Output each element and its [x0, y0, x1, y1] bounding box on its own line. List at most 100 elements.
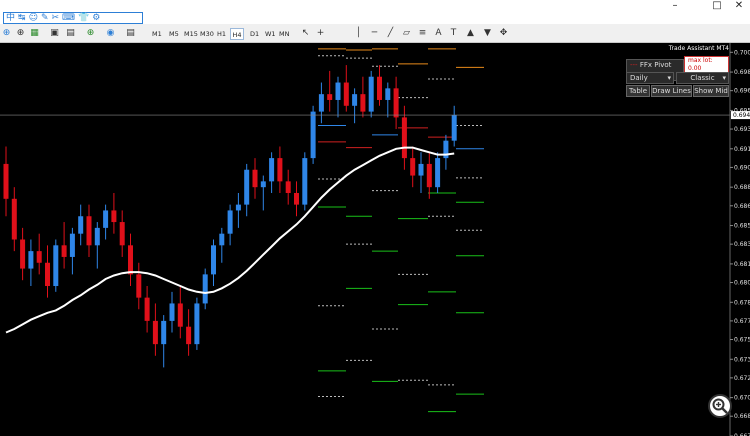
candle-body	[451, 115, 457, 141]
minimize-button[interactable]: –	[664, 0, 686, 12]
price-axis-label: 0.6935	[734, 126, 750, 133]
text-label-icon[interactable]: T	[447, 27, 460, 40]
style-select-value: Classic	[690, 74, 715, 82]
chart-window-icon[interactable]: ▣	[48, 27, 61, 40]
timeframe-mn[interactable]: MN	[279, 28, 293, 40]
price-axis-label: 0.6688	[734, 413, 750, 420]
period-select-value: Daily	[630, 74, 648, 82]
candle-body	[136, 274, 142, 298]
text-tool-icon[interactable]: A	[432, 27, 445, 40]
settings-icon[interactable]: ⚙	[92, 13, 100, 23]
candle-body	[161, 320, 167, 345]
price-axis-label: 0.6770	[734, 318, 750, 325]
templates-icon[interactable]: ▤	[124, 27, 137, 40]
candle-body	[352, 94, 358, 106]
table-button[interactable]: Table	[626, 85, 650, 97]
vertical-line-icon[interactable]: │	[352, 27, 365, 40]
chinese-input-icon[interactable]: 中	[6, 13, 15, 23]
candle-body	[410, 158, 416, 176]
price-axis-label: 0.6754	[734, 336, 750, 343]
candle-body	[277, 158, 283, 182]
candle-body	[86, 216, 92, 246]
fibonacci-icon[interactable]: ≡	[416, 27, 429, 40]
candle-body	[128, 245, 133, 275]
price-axis-label: 0.6968	[734, 88, 750, 95]
candle-body	[45, 262, 50, 287]
timeframe-d1[interactable]: D1	[250, 28, 262, 40]
candle-body	[152, 320, 158, 345]
input-method-icon-group: 中 ↹ ☺ ✎ ✂ ⌨ 👕 ⚙	[3, 12, 143, 24]
punctuation-icon[interactable]: ↹	[18, 13, 26, 23]
price-axis-label: 0.6721	[734, 375, 750, 382]
shirt-icon[interactable]: 👕	[78, 13, 89, 23]
candle-body	[186, 326, 192, 345]
current-price-label: 0.6947	[733, 112, 750, 119]
crosshair-icon[interactable]: +	[314, 27, 327, 40]
chart-canvas: 0.70010.69840.69680.69510.69350.69180.69…	[0, 43, 750, 436]
style-select[interactable]: Classic ▾	[676, 72, 729, 84]
zoom-button[interactable]	[708, 394, 732, 418]
emoji-icon[interactable]: ☺	[29, 13, 38, 23]
price-axis-label: 0.6918	[734, 146, 750, 153]
candle-body	[285, 181, 291, 193]
timeframe-h1[interactable]: H1	[217, 28, 229, 40]
zoom-in-icon[interactable]: ⊕	[14, 27, 27, 40]
timeframe-h4[interactable]: H4	[230, 28, 244, 40]
draw-lines-button[interactable]: Draw Lines	[651, 85, 692, 97]
candle-body	[343, 82, 349, 106]
period-select[interactable]: Daily ▾	[626, 72, 674, 84]
price-chart[interactable]: 0.70010.69840.69680.69510.69350.69180.69…	[0, 43, 750, 436]
candle-body	[94, 227, 100, 246]
timeframe-m5[interactable]: M5	[169, 28, 181, 40]
price-axis-label: 0.6704	[734, 395, 750, 402]
price-axis-label: 0.7001	[734, 49, 750, 56]
timeframe-m1[interactable]: M1	[152, 28, 164, 40]
tile-windows-icon[interactable]: ▦	[28, 27, 41, 40]
keyboard-icon[interactable]: ⌨	[62, 13, 75, 23]
candle-body	[11, 198, 17, 240]
pen-icon[interactable]: ✎	[41, 13, 49, 23]
arrange-icon[interactable]: ⊕	[0, 27, 13, 40]
candle-body	[194, 303, 200, 345]
timeframe-m30[interactable]: M30	[200, 28, 214, 40]
horizontal-line-icon[interactable]: ─	[368, 27, 381, 40]
candle-body	[335, 82, 341, 100]
show-mid-button[interactable]: Show Mid	[693, 85, 729, 97]
price-axis-label: 0.6984	[734, 69, 750, 76]
shapes-icon[interactable]: ✥	[497, 27, 510, 40]
price-axis-label: 0.6737	[734, 356, 750, 363]
candle-body	[401, 117, 407, 159]
equidistant-channel-icon[interactable]: ▱	[400, 27, 413, 40]
scissors-icon[interactable]: ✂	[52, 13, 60, 23]
candle-body	[69, 233, 75, 257]
candle-body	[103, 210, 109, 228]
arrow-up-icon[interactable]: ▲	[464, 27, 477, 40]
trendline-icon[interactable]: ╱	[384, 27, 397, 40]
candle-body	[368, 76, 374, 112]
price-axis-label: 0.6836	[734, 241, 750, 248]
maximize-button[interactable]: □	[706, 0, 728, 12]
candle-body	[61, 245, 67, 257]
chart-window-2-icon[interactable]: ▤	[64, 27, 77, 40]
clock-icon[interactable]: ◉	[104, 27, 117, 40]
candle-body	[53, 245, 59, 287]
input-method-toolbar: 中 ↹ ☺ ✎ ✂ ⌨ 👕 ⚙	[0, 12, 750, 24]
candle-body	[435, 158, 441, 188]
zoom-in-icon	[712, 398, 728, 414]
cursor-icon[interactable]: ↖	[299, 27, 312, 40]
candle-body	[252, 169, 258, 188]
candle-body	[219, 233, 225, 246]
timeframe-w1[interactable]: W1	[265, 28, 277, 40]
arrow-down-icon[interactable]: ▼	[481, 27, 494, 40]
candle-body	[294, 192, 299, 205]
candle-body	[144, 297, 150, 321]
candle-body	[310, 111, 316, 159]
new-order-icon[interactable]: ⊕	[84, 27, 97, 40]
price-axis-label: 0.6803	[734, 280, 750, 287]
candle-body	[211, 245, 216, 275]
candle-body	[360, 94, 366, 112]
timeframe-m15[interactable]: M15	[184, 28, 198, 40]
candle-body	[235, 204, 241, 211]
close-button[interactable]: ✕	[728, 0, 750, 12]
candle-body	[385, 88, 391, 100]
